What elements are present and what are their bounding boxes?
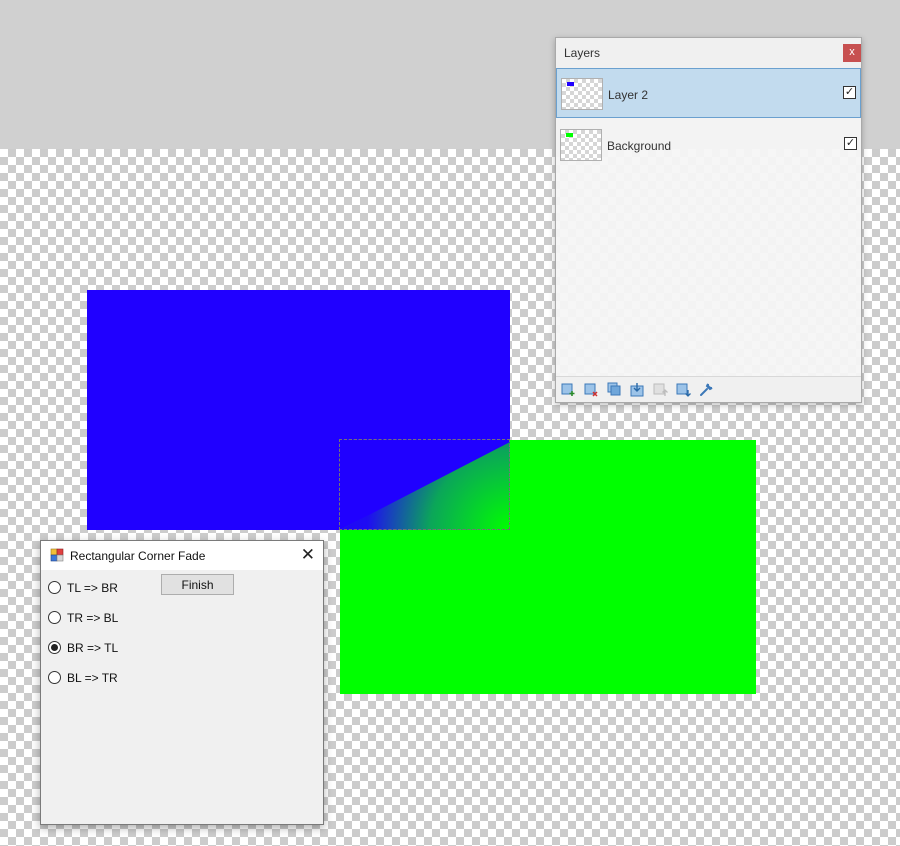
finish-button[interactable]: Finish (161, 574, 234, 595)
layer-properties-icon[interactable] (699, 382, 714, 397)
dialog-title: Rectangular Corner Fade (70, 549, 206, 563)
radio-button-selected[interactable] (48, 641, 61, 654)
radio-button[interactable] (48, 611, 61, 624)
layer-name: Background (607, 139, 672, 153)
layer-thumbnail (560, 129, 602, 161)
add-layer-icon[interactable] (561, 382, 576, 397)
layers-title: Layers (564, 46, 601, 60)
dialog-titlebar[interactable]: Rectangular Corner Fade ✕ (41, 541, 323, 570)
radio-button[interactable] (48, 671, 61, 684)
move-layer-up-icon[interactable] (653, 382, 668, 397)
layer-thumbnail (561, 78, 603, 110)
merge-layer-down-icon[interactable] (630, 382, 645, 397)
layer-row-layer-2[interactable]: Layer 2 ✓ (556, 68, 861, 118)
layers-close-button[interactable]: x (843, 44, 861, 62)
dialog-close-button[interactable]: ✕ (301, 545, 315, 565)
option-label: TL => BR (67, 581, 118, 595)
layer-thumbnail-content (567, 82, 574, 86)
layers-panel: Layers x Layer 2 ✓ Background ✓ (555, 37, 862, 403)
option-label: BR => TL (67, 641, 119, 655)
radio-button[interactable] (48, 581, 61, 594)
option-label: TR => BL (67, 611, 119, 625)
duplicate-layer-icon[interactable] (607, 382, 622, 397)
layers-titlebar[interactable]: Layers x (556, 38, 861, 68)
option-label: BL => TR (67, 671, 118, 685)
move-layer-down-icon[interactable] (676, 382, 691, 397)
layer-visibility-checkbox[interactable]: ✓ (843, 86, 856, 99)
app-icon (50, 548, 64, 562)
corner-fade-dialog: Rectangular Corner Fade ✕ Finish TL => B… (40, 540, 324, 825)
layer-thumbnail-content (566, 133, 573, 137)
selection-marquee[interactable] (339, 439, 510, 530)
delete-layer-icon[interactable] (584, 382, 599, 397)
layer-name: Layer 2 (608, 88, 649, 102)
layer-visibility-checkbox[interactable]: ✓ (844, 137, 857, 150)
layer-row-background[interactable]: Background ✓ (556, 120, 861, 170)
layers-toolbar (556, 376, 861, 402)
